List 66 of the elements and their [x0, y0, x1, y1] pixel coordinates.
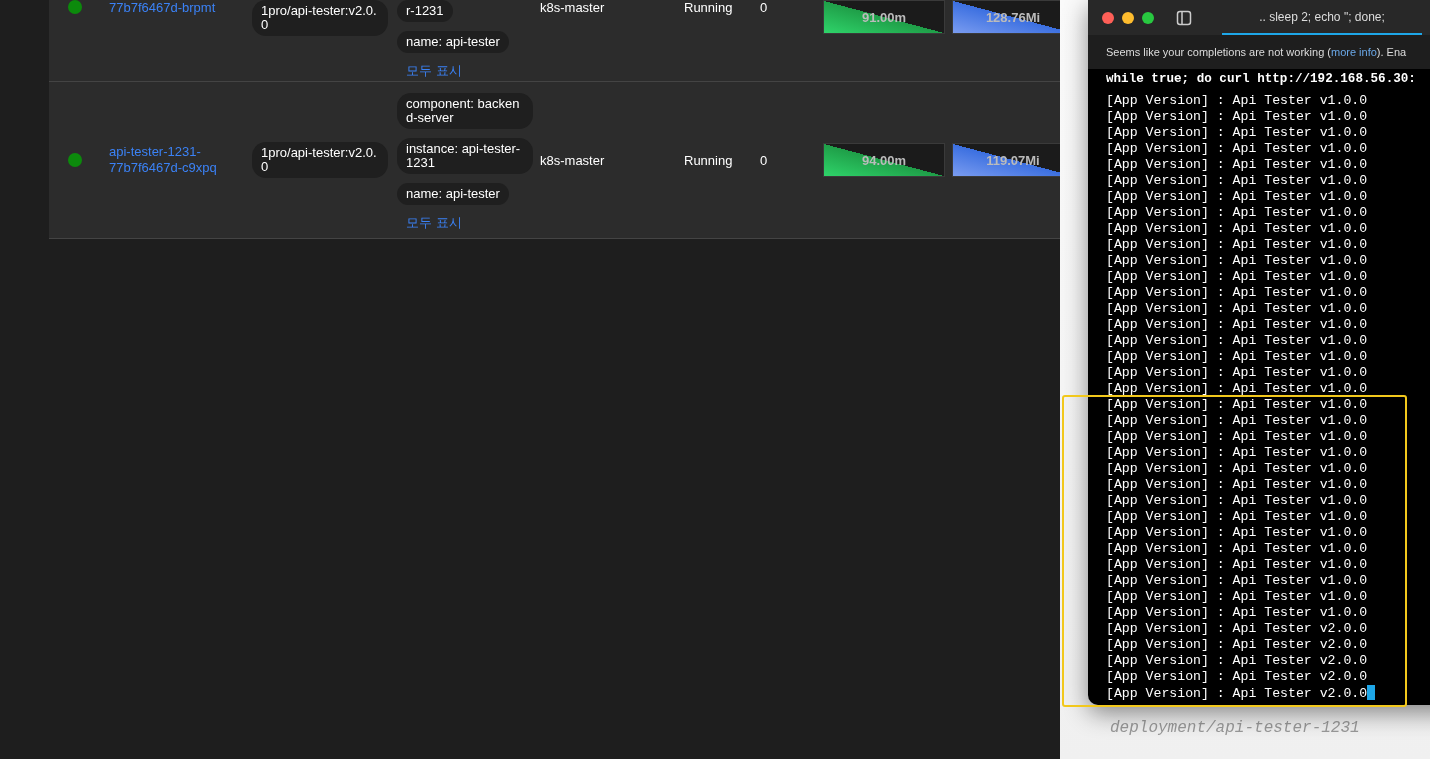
- pod-name-link[interactable]: 77b7f6467d-brpmt: [109, 0, 234, 16]
- output-line: [App Version] : Api Tester v1.0.0: [1105, 557, 1369, 573]
- sidebar-icon[interactable]: [1176, 9, 1192, 26]
- output-line: [App Version] : Api Tester v1.0.0: [1105, 269, 1369, 285]
- output-line: [App Version] : Api Tester v1.0.0: [1105, 333, 1369, 349]
- restarts-cell-text: 0: [760, 0, 769, 15]
- background-command-text: deployment/api-tester-1231: [1110, 719, 1360, 737]
- output-line: [App Version] : Api Tester v1.0.0: [1105, 541, 1369, 557]
- show-all-link[interactable]: 모두 표시: [406, 214, 462, 232]
- output-line: [App Version] : Api Tester v1.0.0: [1105, 285, 1369, 301]
- show-all-link[interactable]: 모두 표시: [406, 62, 462, 80]
- output-line: [App Version] : Api Tester v1.0.0: [1105, 605, 1369, 621]
- command-line: while true; do curl http://192.168.56.30:: [1105, 71, 1417, 88]
- output-line: [App Version] : Api Tester v2.0.0: [1105, 669, 1369, 685]
- label-tag: component: backend-server: [397, 93, 533, 129]
- output-line: [App Version] : Api Tester v1.0.0: [1105, 525, 1369, 541]
- node-cell-text: k8s-master: [540, 0, 606, 15]
- output-line: [App Version] : Api Tester v1.0.0: [1105, 573, 1369, 589]
- output-line: [App Version] : Api Tester v1.0.0: [1105, 221, 1369, 237]
- status-cell-text: Running: [684, 0, 734, 15]
- image-tag: 1pro/api-tester:v2.0.0: [252, 0, 388, 36]
- output-line: [App Version] : Api Tester v1.0.0: [1105, 93, 1369, 109]
- close-icon[interactable]: [1102, 11, 1114, 24]
- output-line: [App Version] : Api Tester v1.0.0: [1105, 205, 1369, 221]
- output-line: [App Version] : Api Tester v1.0.0: [1105, 189, 1369, 205]
- label-tag: name: api-tester: [397, 183, 509, 205]
- label-tag: instance: api-tester-1231: [397, 138, 533, 174]
- restarts-cell-text: 0: [760, 152, 769, 168]
- output-line: [App Version] : Api Tester v1.0.0: [1105, 365, 1369, 381]
- image-tag: 1pro/api-tester:v2.0.0: [252, 142, 388, 178]
- maximize-icon[interactable]: [1142, 11, 1154, 24]
- output-line: [App Version] : Api Tester v1.0.0: [1105, 109, 1369, 125]
- output-line: [App Version] : Api Tester v1.0.0: [1105, 493, 1369, 509]
- output-line: [App Version] : Api Tester v1.0.0: [1105, 141, 1369, 157]
- output-line: [App Version] : Api Tester v1.0.0: [1105, 461, 1369, 477]
- output-line: [App Version] : Api Tester v1.0.0: [1105, 125, 1369, 141]
- cursor: [1367, 685, 1376, 700]
- status-cell-text: Running: [684, 152, 734, 168]
- status-dot-icon: [68, 153, 82, 167]
- output-line: [App Version] : Api Tester v2.0.0: [1105, 637, 1369, 653]
- pod-name-link[interactable]: api-tester-1231-77b7f6467d-c9xpq: [109, 144, 234, 176]
- output-line: [App Version] : Api Tester v1.0.0: [1105, 157, 1369, 173]
- output-line: [App Version] : Api Tester v2.0.0: [1088, 685, 1430, 702]
- completion-notice: Seems like your completions are not working (more info). Ena: [1088, 35, 1430, 69]
- output-line: [App Version] : Api Tester v2.0.0: [1105, 653, 1369, 669]
- output-line: [App Version] : Api Tester v1.0.0: [1105, 381, 1369, 397]
- output-line: [App Version] : Api Tester v1.0.0: [1105, 253, 1369, 269]
- output-line: [App Version] : Api Tester v1.0.0: [1105, 301, 1369, 317]
- label-tag: name: api-tester: [397, 31, 509, 53]
- status-dot-icon: [68, 0, 82, 14]
- output-line: [App Version] : Api Tester v1.0.0: [1105, 589, 1369, 605]
- label-tag: r-1231: [397, 0, 453, 22]
- output-line: [App Version] : Api Tester v1.0.0: [1105, 413, 1369, 429]
- output-line: [App Version] : Api Tester v2.0.0: [1105, 621, 1369, 637]
- output-line: [App Version] : Api Tester v1.0.0: [1105, 237, 1369, 253]
- output-line: [App Version] : Api Tester v1.0.0: [1105, 477, 1369, 493]
- output-line: [App Version] : Api Tester v1.0.0: [1105, 445, 1369, 461]
- output-line: [App Version] : Api Tester v1.0.0: [1105, 349, 1369, 365]
- more-info-link[interactable]: more info: [1331, 46, 1377, 58]
- output-line: [App Version] : Api Tester v1.0.0: [1105, 429, 1369, 445]
- minimize-icon[interactable]: [1122, 11, 1134, 24]
- output-line: [App Version] : Api Tester v1.0.0: [1105, 173, 1369, 189]
- node-cell-text: k8s-master: [540, 152, 606, 168]
- output-line: [App Version] : Api Tester v1.0.0: [1105, 509, 1369, 525]
- output-line: [App Version] : Api Tester v1.0.0: [1105, 397, 1369, 413]
- output-line: [App Version] : Api Tester v1.0.0: [1105, 317, 1369, 333]
